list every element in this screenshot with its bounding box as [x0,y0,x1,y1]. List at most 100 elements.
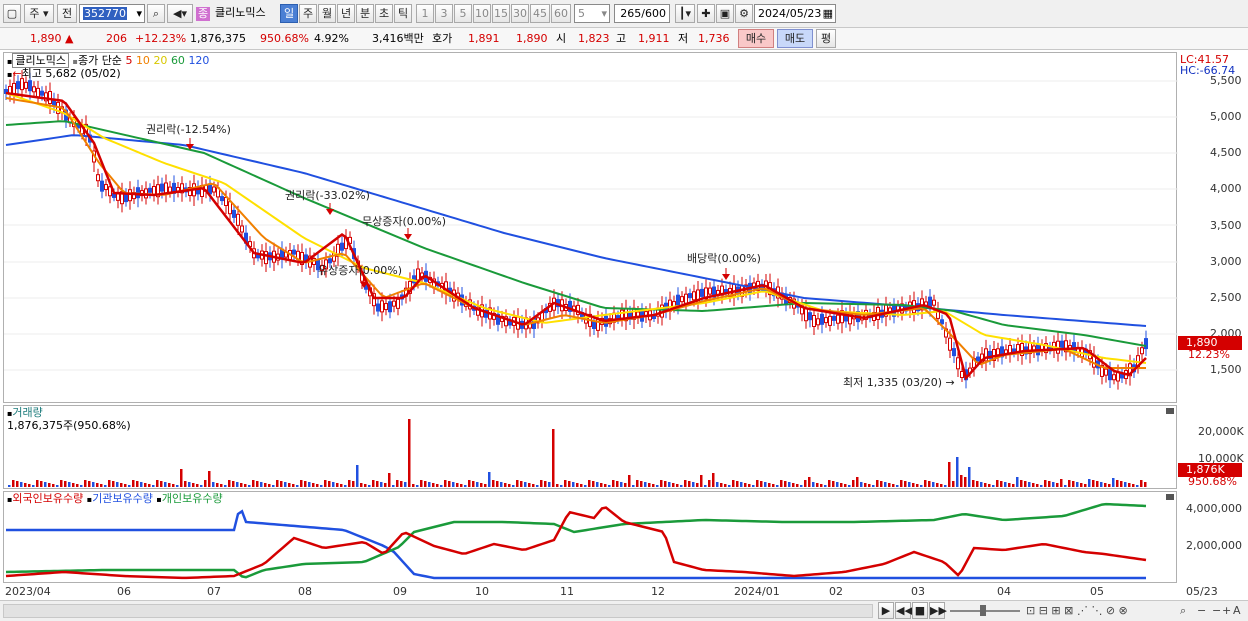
crosshair-icon[interactable]: ✚ [697,4,715,23]
ma20-legend: 20 [153,54,168,67]
low-value: 1,736 [698,32,730,45]
price-value: 1,890 ▲ [30,32,74,45]
volume-chart [8,419,1147,487]
x-tick: 12 [651,585,665,598]
volume-panel[interactable]: ▪거래량 1,876,375주(950.68%) [3,405,1177,489]
x-tick: 2023/04 [5,585,51,598]
candle-icon[interactable]: ┃▾ [675,4,695,23]
bottom-toolbar: ▶ ◀◀ ■ ▶▶ ⊡ ⊟ ⊞ ⊠ ⋰ ⋱ ⊘ ⊗ ⌕ − − + A [0,600,1248,621]
interval-30-button[interactable]: 30 [511,4,529,23]
market-select[interactable]: 주 ▾ [24,4,54,23]
panel-collapse-icon[interactable] [1166,494,1174,500]
price-tick: 1,500 [1210,363,1242,376]
sound-icon[interactable]: ◀▾ [167,4,193,23]
price-panel[interactable]: ▪ 클리노믹스 ▪종가 단순 5 10 20 60 120 ▪←최고 5,682 … [3,52,1178,403]
search-icon[interactable]: ⌕ [1180,604,1186,618]
buy-button[interactable]: 매수 [738,29,774,48]
annotation-rights-issue: 유상증자(0.00%) [318,264,403,277]
volume-info: 1,876,375주(950.68%) [7,419,131,432]
x-tick: 10 [475,585,489,598]
x-tick: 06 [117,585,131,598]
eval-button[interactable]: 평 [816,29,836,48]
prev-button[interactable]: 전 [57,4,77,23]
zoom-slider-handle[interactable] [980,605,986,616]
ma120-legend: 120 [188,54,210,67]
stock-code-value: 352770 [83,7,127,20]
x-tick: 05/23 [1186,585,1218,598]
interval-45-button[interactable]: 45 [530,4,550,23]
count-select[interactable]: 5 ▾ [574,4,610,23]
ma-legend-prefix: 종가 단순 [77,54,122,67]
main-toolbar: ▢ 주 ▾ 전 352770 ▾ ⌕ ◀▾ 종 클리노믹스 일 주 월 년 분 초… [0,0,1248,28]
interval-5-button[interactable]: 5 [454,4,472,23]
annotation-rights-2: 권리락(-33.02%) [285,189,370,202]
price-tick: 2,500 [1210,291,1242,304]
settings-icon[interactable]: ⚙ [735,4,753,23]
annotation-bonus-issue: 무상증자(0.00%) [362,215,447,228]
drawing-tools-icon[interactable]: ⊡ ⊟ ⊞ ⊠ ⋰ ⋱ ⊘ ⊗ [1026,604,1128,618]
foreign-legend: 외국인보유수량 [12,492,84,505]
market-label: 주 [29,7,40,20]
bid2-value: 1,890 [516,32,548,45]
price-tick: 4,500 [1210,146,1242,159]
zoom-in-icon[interactable]: + [1222,604,1231,618]
interval-10-button[interactable]: 10 [473,4,491,23]
interval-3-button[interactable]: 3 [435,4,453,23]
price-title: 클리노믹스 [12,53,70,68]
calendar-icon[interactable]: ▦ [823,5,833,22]
period-minute-button[interactable]: 분 [356,4,374,23]
save-icon[interactable]: ▣ [716,4,734,23]
range-total: /600 [641,7,666,20]
holdings-tick: 4,000,000 [1186,502,1242,515]
period-second-button[interactable]: 초 [375,4,393,23]
ma10-legend: 10 [135,54,150,67]
individual-legend: 개인보유수량 [161,492,223,505]
current-volume-pct: 950.68% [1188,475,1237,488]
x-tick: 09 [393,585,407,598]
x-tick: 08 [298,585,312,598]
bid1-value: 1,891 [468,32,500,45]
search-icon[interactable]: ⌕ [147,4,165,23]
turnover-value: 4.92% [314,32,349,45]
current-price-pct: 12.23% [1188,348,1230,361]
period-day-button[interactable]: 일 [280,4,298,23]
open-value: 1,823 [578,32,610,45]
period-month-button[interactable]: 월 [318,4,336,23]
stock-code-input[interactable]: 352770 ▾ [79,4,145,23]
scroll-right-icon[interactable]: ▶ [878,602,894,619]
ma60-legend: 60 [170,54,185,67]
bid-label: 호가 [432,32,453,45]
period-year-button[interactable]: 년 [337,4,355,23]
price-tick: 4,000 [1210,182,1242,195]
holdings-legend: ▪외국인보유수량 ▪기관보유수량 ▪개인보유수량 [7,492,223,505]
fast-forward-icon[interactable]: ▶▶ [929,602,947,619]
x-tick: 2024/01 [734,585,780,598]
sell-button[interactable]: 매도 [777,29,813,48]
interval-15-button[interactable]: 15 [492,4,510,23]
interval-1-button[interactable]: 1 [416,4,434,23]
x-tick: 07 [207,585,221,598]
interval-60-button[interactable]: 60 [551,4,571,23]
font-size-icon[interactable]: A [1233,604,1241,618]
range-input[interactable]: 265/600 [614,4,670,23]
annotation-dividend: 배당락(0.00%) [687,252,761,265]
x-tick: 03 [911,585,925,598]
price-chart [4,70,1178,390]
period-tick-button[interactable]: 틱 [394,4,412,23]
horizontal-scrollbar[interactable] [3,604,873,618]
minus-icon[interactable]: − [1212,604,1221,618]
stop-icon[interactable]: ■ [912,602,928,619]
price-tick: 3,000 [1210,255,1242,268]
high-label: 고 [616,32,627,45]
volume-tick: 20,000K [1198,425,1244,438]
window-menu-icon[interactable]: ▢ [3,4,21,23]
volume-ratio-value: 950.68% [260,32,309,45]
high-value: 1,911 [638,32,670,45]
period-week-button[interactable]: 주 [299,4,317,23]
zoom-out-icon[interactable]: − [1197,604,1206,618]
panel-collapse-icon[interactable] [1166,408,1174,414]
rewind-icon[interactable]: ◀◀ [895,602,913,619]
institution-legend: 기관보유수량 [92,492,153,505]
date-input[interactable]: 2024/05/23 ▦ [754,4,836,23]
holdings-panel[interactable]: ▪외국인보유수량 ▪기관보유수량 ▪개인보유수량 [3,491,1177,583]
